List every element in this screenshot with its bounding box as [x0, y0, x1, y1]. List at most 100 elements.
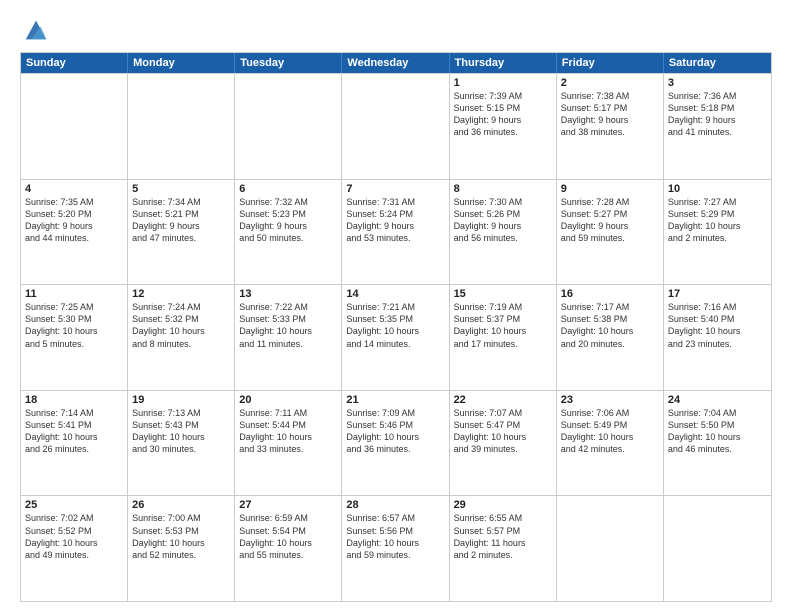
day-number: 22	[454, 394, 552, 406]
calendar-cell-r2c0: 11Sunrise: 7:25 AM Sunset: 5:30 PM Dayli…	[21, 285, 128, 390]
day-number: 13	[239, 288, 337, 300]
calendar-cell-r4c2: 27Sunrise: 6:59 AM Sunset: 5:54 PM Dayli…	[235, 496, 342, 601]
calendar-cell-r1c3: 7Sunrise: 7:31 AM Sunset: 5:24 PM Daylig…	[342, 180, 449, 285]
day-number: 5	[132, 183, 230, 195]
day-number: 19	[132, 394, 230, 406]
weekday-header-saturday: Saturday	[664, 53, 771, 73]
calendar-cell-r3c2: 20Sunrise: 7:11 AM Sunset: 5:44 PM Dayli…	[235, 391, 342, 496]
calendar-cell-r1c2: 6Sunrise: 7:32 AM Sunset: 5:23 PM Daylig…	[235, 180, 342, 285]
calendar-cell-r3c5: 23Sunrise: 7:06 AM Sunset: 5:49 PM Dayli…	[557, 391, 664, 496]
day-number: 16	[561, 288, 659, 300]
day-number: 28	[346, 499, 444, 511]
calendar-cell-r1c4: 8Sunrise: 7:30 AM Sunset: 5:26 PM Daylig…	[450, 180, 557, 285]
calendar-cell-r4c4: 29Sunrise: 6:55 AM Sunset: 5:57 PM Dayli…	[450, 496, 557, 601]
calendar-row-3: 11Sunrise: 7:25 AM Sunset: 5:30 PM Dayli…	[21, 284, 771, 390]
calendar-cell-r3c1: 19Sunrise: 7:13 AM Sunset: 5:43 PM Dayli…	[128, 391, 235, 496]
day-info: Sunrise: 7:36 AM Sunset: 5:18 PM Dayligh…	[668, 90, 767, 139]
day-number: 8	[454, 183, 552, 195]
weekday-header-sunday: Sunday	[21, 53, 128, 73]
day-number: 20	[239, 394, 337, 406]
day-number: 7	[346, 183, 444, 195]
day-info: Sunrise: 7:14 AM Sunset: 5:41 PM Dayligh…	[25, 407, 123, 456]
day-info: Sunrise: 7:02 AM Sunset: 5:52 PM Dayligh…	[25, 512, 123, 561]
day-number: 10	[668, 183, 767, 195]
day-info: Sunrise: 7:17 AM Sunset: 5:38 PM Dayligh…	[561, 301, 659, 350]
calendar-cell-r3c6: 24Sunrise: 7:04 AM Sunset: 5:50 PM Dayli…	[664, 391, 771, 496]
calendar-row-1: 1Sunrise: 7:39 AM Sunset: 5:15 PM Daylig…	[21, 73, 771, 179]
calendar-cell-r2c4: 15Sunrise: 7:19 AM Sunset: 5:37 PM Dayli…	[450, 285, 557, 390]
calendar-cell-r0c5: 2Sunrise: 7:38 AM Sunset: 5:17 PM Daylig…	[557, 74, 664, 179]
day-number: 27	[239, 499, 337, 511]
day-info: Sunrise: 7:34 AM Sunset: 5:21 PM Dayligh…	[132, 196, 230, 245]
weekday-header-friday: Friday	[557, 53, 664, 73]
calendar-cell-r1c6: 10Sunrise: 7:27 AM Sunset: 5:29 PM Dayli…	[664, 180, 771, 285]
calendar-cell-r0c2	[235, 74, 342, 179]
calendar-cell-r2c3: 14Sunrise: 7:21 AM Sunset: 5:35 PM Dayli…	[342, 285, 449, 390]
calendar-cell-r0c3	[342, 74, 449, 179]
calendar-cell-r4c5	[557, 496, 664, 601]
day-number: 24	[668, 394, 767, 406]
day-info: Sunrise: 7:07 AM Sunset: 5:47 PM Dayligh…	[454, 407, 552, 456]
day-number: 3	[668, 77, 767, 89]
day-info: Sunrise: 7:39 AM Sunset: 5:15 PM Dayligh…	[454, 90, 552, 139]
calendar-cell-r1c0: 4Sunrise: 7:35 AM Sunset: 5:20 PM Daylig…	[21, 180, 128, 285]
calendar-cell-r2c5: 16Sunrise: 7:17 AM Sunset: 5:38 PM Dayli…	[557, 285, 664, 390]
day-number: 21	[346, 394, 444, 406]
day-info: Sunrise: 7:04 AM Sunset: 5:50 PM Dayligh…	[668, 407, 767, 456]
day-number: 11	[25, 288, 123, 300]
day-number: 18	[25, 394, 123, 406]
day-number: 15	[454, 288, 552, 300]
calendar-row-4: 18Sunrise: 7:14 AM Sunset: 5:41 PM Dayli…	[21, 390, 771, 496]
day-number: 25	[25, 499, 123, 511]
day-info: Sunrise: 7:24 AM Sunset: 5:32 PM Dayligh…	[132, 301, 230, 350]
calendar-cell-r4c6	[664, 496, 771, 601]
calendar-cell-r0c1	[128, 74, 235, 179]
calendar-cell-r2c1: 12Sunrise: 7:24 AM Sunset: 5:32 PM Dayli…	[128, 285, 235, 390]
day-info: Sunrise: 6:57 AM Sunset: 5:56 PM Dayligh…	[346, 512, 444, 561]
calendar-cell-r4c3: 28Sunrise: 6:57 AM Sunset: 5:56 PM Dayli…	[342, 496, 449, 601]
day-number: 1	[454, 77, 552, 89]
calendar-cell-r2c2: 13Sunrise: 7:22 AM Sunset: 5:33 PM Dayli…	[235, 285, 342, 390]
day-info: Sunrise: 7:00 AM Sunset: 5:53 PM Dayligh…	[132, 512, 230, 561]
day-info: Sunrise: 7:30 AM Sunset: 5:26 PM Dayligh…	[454, 196, 552, 245]
calendar-cell-r0c4: 1Sunrise: 7:39 AM Sunset: 5:15 PM Daylig…	[450, 74, 557, 179]
day-info: Sunrise: 7:38 AM Sunset: 5:17 PM Dayligh…	[561, 90, 659, 139]
day-info: Sunrise: 7:16 AM Sunset: 5:40 PM Dayligh…	[668, 301, 767, 350]
day-info: Sunrise: 7:19 AM Sunset: 5:37 PM Dayligh…	[454, 301, 552, 350]
day-number: 26	[132, 499, 230, 511]
day-info: Sunrise: 6:55 AM Sunset: 5:57 PM Dayligh…	[454, 512, 552, 561]
logo-icon	[22, 16, 50, 44]
day-info: Sunrise: 7:35 AM Sunset: 5:20 PM Dayligh…	[25, 196, 123, 245]
day-info: Sunrise: 7:06 AM Sunset: 5:49 PM Dayligh…	[561, 407, 659, 456]
day-number: 14	[346, 288, 444, 300]
day-info: Sunrise: 7:11 AM Sunset: 5:44 PM Dayligh…	[239, 407, 337, 456]
day-number: 4	[25, 183, 123, 195]
logo	[20, 16, 50, 44]
page: SundayMondayTuesdayWednesdayThursdayFrid…	[0, 0, 792, 612]
day-number: 12	[132, 288, 230, 300]
calendar-header: SundayMondayTuesdayWednesdayThursdayFrid…	[21, 53, 771, 73]
day-number: 23	[561, 394, 659, 406]
day-number: 17	[668, 288, 767, 300]
calendar-body: 1Sunrise: 7:39 AM Sunset: 5:15 PM Daylig…	[21, 73, 771, 601]
day-info: Sunrise: 7:32 AM Sunset: 5:23 PM Dayligh…	[239, 196, 337, 245]
day-number: 6	[239, 183, 337, 195]
weekday-header-thursday: Thursday	[450, 53, 557, 73]
day-info: Sunrise: 7:09 AM Sunset: 5:46 PM Dayligh…	[346, 407, 444, 456]
calendar-cell-r3c4: 22Sunrise: 7:07 AM Sunset: 5:47 PM Dayli…	[450, 391, 557, 496]
header	[20, 16, 772, 44]
calendar-cell-r1c5: 9Sunrise: 7:28 AM Sunset: 5:27 PM Daylig…	[557, 180, 664, 285]
day-info: Sunrise: 7:22 AM Sunset: 5:33 PM Dayligh…	[239, 301, 337, 350]
calendar-cell-r2c6: 17Sunrise: 7:16 AM Sunset: 5:40 PM Dayli…	[664, 285, 771, 390]
day-number: 9	[561, 183, 659, 195]
day-info: Sunrise: 7:13 AM Sunset: 5:43 PM Dayligh…	[132, 407, 230, 456]
calendar: SundayMondayTuesdayWednesdayThursdayFrid…	[20, 52, 772, 602]
calendar-cell-r4c1: 26Sunrise: 7:00 AM Sunset: 5:53 PM Dayli…	[128, 496, 235, 601]
day-info: Sunrise: 7:31 AM Sunset: 5:24 PM Dayligh…	[346, 196, 444, 245]
day-info: Sunrise: 6:59 AM Sunset: 5:54 PM Dayligh…	[239, 512, 337, 561]
day-info: Sunrise: 7:25 AM Sunset: 5:30 PM Dayligh…	[25, 301, 123, 350]
calendar-cell-r0c0	[21, 74, 128, 179]
day-info: Sunrise: 7:27 AM Sunset: 5:29 PM Dayligh…	[668, 196, 767, 245]
day-number: 2	[561, 77, 659, 89]
weekday-header-monday: Monday	[128, 53, 235, 73]
